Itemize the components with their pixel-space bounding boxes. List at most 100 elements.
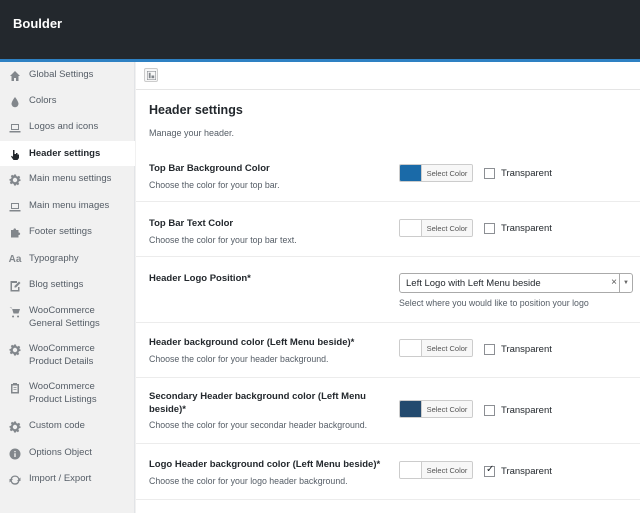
app-title: Boulder	[13, 16, 63, 31]
transparent-checkbox[interactable]	[484, 405, 495, 416]
field-description: Choose the color for your secondar heade…	[149, 420, 368, 430]
field-description: Choose the color for your top bar.	[149, 180, 280, 190]
select-color-label: Select Color	[422, 340, 472, 356]
sidebar-item[interactable]: WooCommerce Product Listings	[0, 375, 134, 413]
color-picker-button[interactable]: Select Color	[399, 339, 473, 357]
color-swatch	[400, 165, 422, 181]
select-help-text: Select where you would like to position …	[399, 298, 589, 308]
typography-icon: Aa	[8, 253, 22, 265]
sidebar-item-label: WooCommerce Product Details	[29, 343, 95, 367]
sidebar-item-label: Main menu settings	[29, 173, 112, 184]
sidebar-item[interactable]: Aa Typography	[0, 246, 134, 272]
sidebar-item[interactable]: Blog settings	[0, 272, 134, 299]
sidebar-item-label: WooCommerce General Settings	[29, 305, 100, 329]
transparent-option[interactable]: Transparent	[484, 344, 552, 355]
edit-icon	[8, 279, 22, 293]
sidebar-item[interactable]: WooCommerce General Settings	[0, 299, 134, 337]
top-bar: Boulder	[0, 0, 640, 59]
laptop-icon	[8, 121, 22, 135]
color-swatch	[400, 220, 422, 236]
field-label: Secondary Header background color (Left …	[149, 391, 366, 415]
select-value: Left Logo with Left Menu beside	[406, 278, 541, 289]
clear-icon[interactable]: ×	[611, 277, 617, 288]
sidebar-item-label: Header settings	[29, 148, 101, 159]
info-icon	[8, 447, 22, 461]
sidebar-item-label: Main menu images	[29, 200, 110, 211]
sidebar-item[interactable]: Options Object	[0, 440, 134, 466]
gear-icon	[8, 420, 22, 434]
select-color-label: Select Color	[422, 462, 472, 478]
hand-pointer-icon	[8, 148, 22, 162]
sidebar-item-label: Options Object	[29, 447, 92, 458]
field-label: Top Bar Text Color	[149, 218, 234, 229]
sidebar-item[interactable]: Logos and icons	[0, 114, 134, 141]
chevron-down-icon[interactable]: ▼	[619, 274, 632, 292]
gear-icon	[8, 173, 22, 187]
refresh-icon	[8, 473, 22, 487]
sidebar-item[interactable]: Header settings	[0, 141, 135, 166]
field-header-bg: Header background color (Left Menu besid…	[136, 323, 640, 378]
field-label: Header Logo Position*	[149, 273, 251, 284]
field-description: Choose the color for your logo header ba…	[149, 476, 348, 486]
sidebar-item[interactable]: WooCommerce Product Details	[0, 337, 134, 375]
sidebar-item-label: Logos and icons	[29, 121, 99, 132]
transparent-option[interactable]: Transparent	[484, 464, 552, 477]
sidebar-item-label: Blog settings	[29, 279, 84, 290]
sidebar-item[interactable]: Global Settings	[0, 62, 134, 88]
gear-icon	[8, 343, 22, 357]
puzzle-icon	[8, 226, 22, 240]
field-top-bar-text: Top Bar Text Color Choose the color for …	[136, 202, 640, 257]
sidebar-item-label: Custom code	[29, 420, 85, 431]
field-description: Choose the color for your header backgro…	[149, 354, 329, 364]
transparent-option[interactable]: Transparent	[484, 168, 552, 179]
sidebar-item-label: Footer settings	[29, 226, 92, 237]
home-icon	[8, 69, 22, 83]
transparent-label: Transparent	[501, 168, 552, 179]
color-swatch	[400, 401, 422, 417]
cart-icon	[8, 305, 22, 319]
clipboard-icon	[8, 381, 22, 395]
sidebar-item[interactable]: Main menu settings	[0, 166, 134, 193]
transparent-checkbox[interactable]	[484, 344, 495, 355]
field-logo-header-bg: Logo Header background color (Left Menu …	[136, 444, 640, 500]
sidebar-item[interactable]: Custom code	[0, 413, 134, 440]
field-secondary-header-bg: Secondary Header background color (Left …	[136, 378, 640, 444]
logo-position-select[interactable]: Left Logo with Left Menu beside × ▼	[399, 273, 633, 293]
sidebar-item-label: Import / Export	[29, 473, 92, 484]
main-panel: Header settings Manage your header. Top …	[136, 62, 640, 513]
sidebar-item-label: Typography	[29, 253, 79, 264]
panel-icon[interactable]	[144, 68, 158, 82]
select-color-label: Select Color	[422, 220, 472, 236]
color-picker-button[interactable]: Select Color	[399, 461, 473, 479]
page-title: Header settings	[149, 103, 243, 117]
transparent-label: Transparent	[501, 466, 552, 477]
sidebar-item[interactable]: Import / Export	[0, 466, 134, 493]
field-top-bar-bg: Top Bar Background Color Choose the colo…	[136, 147, 640, 202]
sidebar-item[interactable]: Colors	[0, 88, 134, 114]
transparent-checkbox[interactable]	[484, 168, 495, 179]
sidebar-item-label: Colors	[29, 95, 57, 106]
panel-toolbar	[136, 62, 640, 90]
sidebar-item[interactable]: Footer settings	[0, 219, 134, 246]
field-description: Choose the color for your top bar text.	[149, 235, 297, 245]
select-color-label: Select Color	[422, 165, 472, 181]
color-picker-button[interactable]: Select Color	[399, 400, 473, 418]
field-label: Logo Header background color (Left Menu …	[149, 459, 381, 470]
transparent-option[interactable]: Transparent	[484, 405, 552, 416]
sidebar-item-label: Global Settings	[29, 69, 94, 80]
field-label: Header background color (Left Menu besid…	[149, 337, 355, 348]
page-description: Manage your header.	[149, 128, 235, 138]
transparent-checkbox[interactable]	[484, 464, 495, 477]
sidebar-item-label: WooCommerce Product Listings	[29, 381, 97, 405]
sidebar: Global Settings Colors Logos and icons Head…	[0, 62, 135, 513]
transparent-checkbox[interactable]	[484, 223, 495, 234]
color-swatch	[400, 340, 422, 356]
color-picker-button[interactable]: Select Color	[399, 219, 473, 237]
transparent-label: Transparent	[501, 344, 552, 355]
laptop-icon	[8, 200, 22, 214]
transparent-label: Transparent	[501, 405, 552, 416]
color-picker-button[interactable]: Select Color	[399, 164, 473, 182]
field-label: Top Bar Background Color	[149, 163, 270, 174]
transparent-option[interactable]: Transparent	[484, 223, 552, 234]
sidebar-item[interactable]: Main menu images	[0, 193, 134, 219]
